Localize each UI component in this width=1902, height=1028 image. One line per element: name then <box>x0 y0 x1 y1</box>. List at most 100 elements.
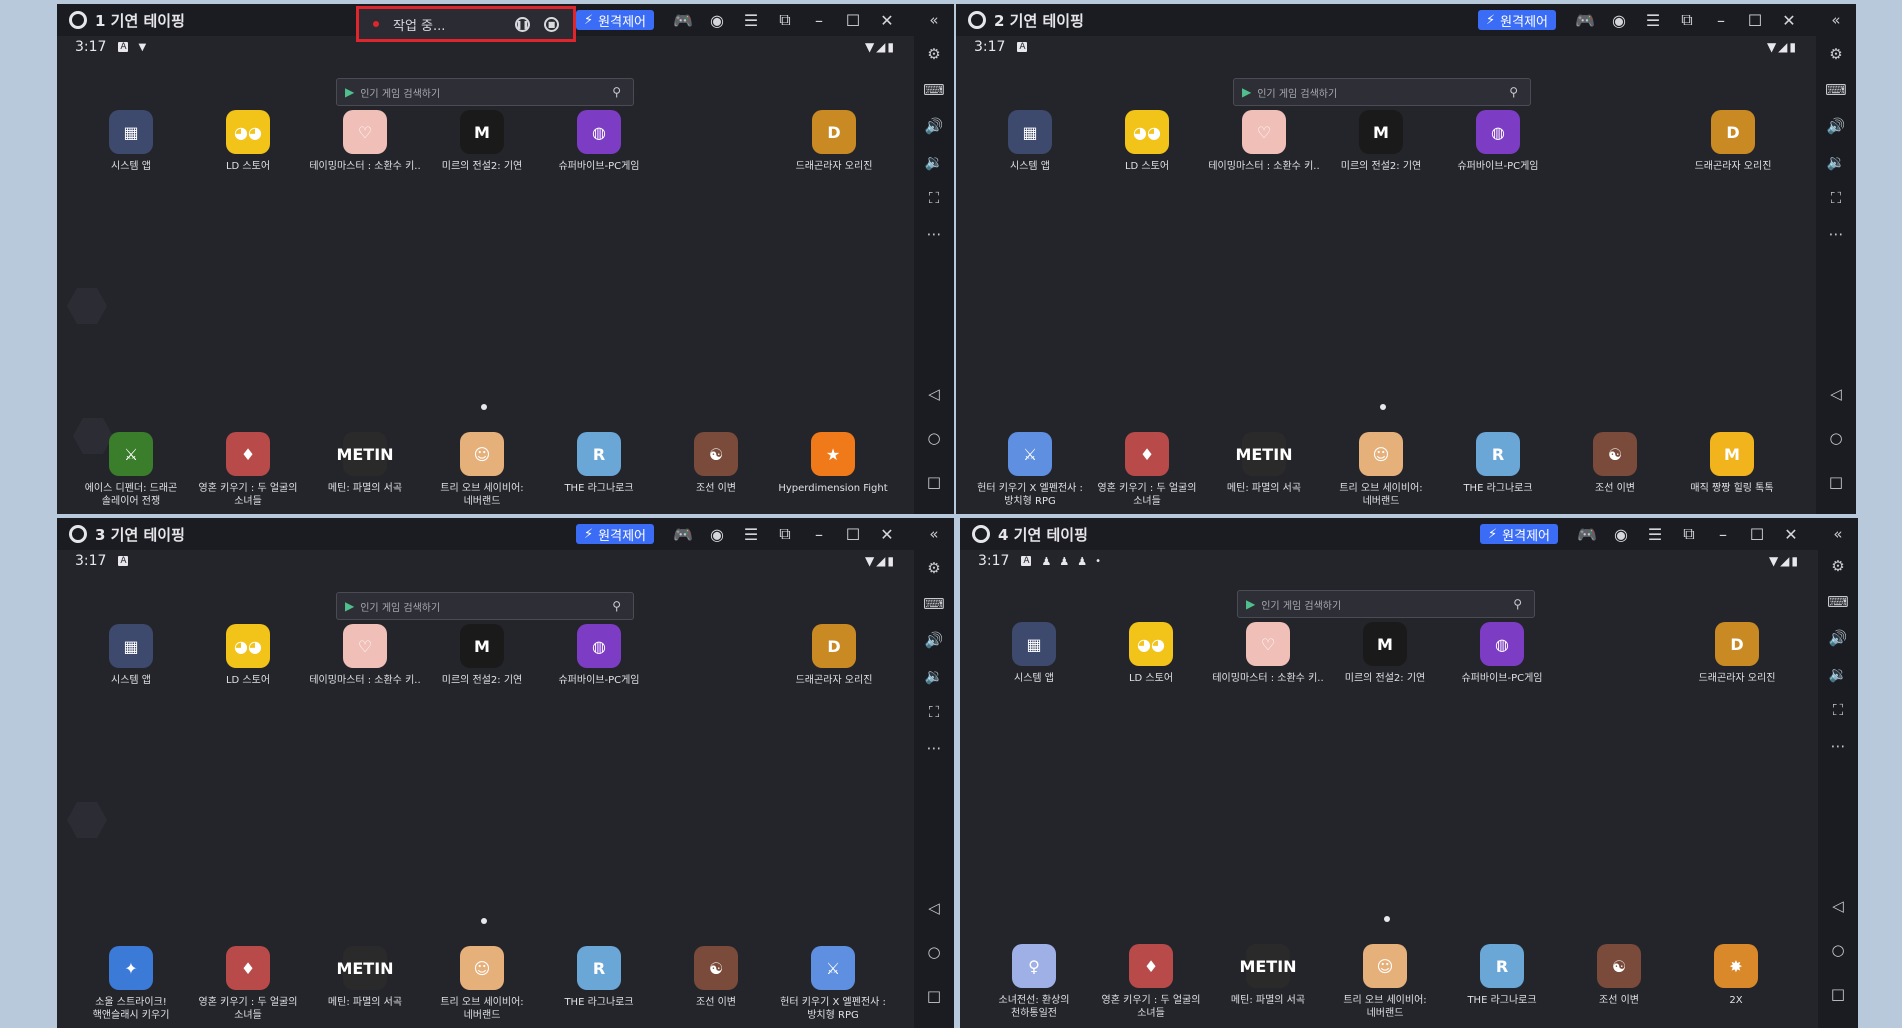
screenshot-icon[interactable]: ⛶ <box>914 184 954 212</box>
search-bar[interactable]: ▶ 인기 게임 검색하기 ⚲ <box>336 592 634 620</box>
search-bar[interactable]: ▶ 인기 게임 검색하기 ⚲ <box>336 78 634 106</box>
app-taming-master[interactable]: ♡ 테이밍마스터 : 소환수 키.. <box>307 624 423 687</box>
app-system[interactable]: ▦ 시스템 앱 <box>976 622 1092 685</box>
app-soul-keeper[interactable]: ♦ 영혼 키우기 : 두 얼굴의 소녀들 <box>190 946 306 1022</box>
search-bar[interactable]: ▶ 인기 게임 검색하기 ⚲ <box>1237 590 1535 618</box>
pause-icon[interactable]: ❚❚ <box>515 16 530 32</box>
keyboard-icon[interactable]: ⌨ <box>1816 76 1856 104</box>
account-icon[interactable]: ◉ <box>1602 4 1636 36</box>
app-mir2[interactable]: M 미르의 전설2: 기연 <box>424 110 540 173</box>
settings-icon[interactable]: ⚙ <box>914 554 954 582</box>
app-system[interactable]: ▦ 시스템 앱 <box>972 110 1088 173</box>
account-icon[interactable]: ◉ <box>700 4 734 36</box>
minimize-icon[interactable]: – <box>802 518 836 550</box>
menu-icon[interactable]: ☰ <box>1636 4 1670 36</box>
window-mode-icon[interactable]: ⧉ <box>1670 4 1704 36</box>
app-ld-store[interactable]: ◕◕ LD 스토어 <box>1089 110 1205 173</box>
app-taming-master[interactable]: ♡ 테이밍마스터 : 소환수 키.. <box>307 110 423 173</box>
volume-down-icon[interactable]: 🔉 <box>914 148 954 176</box>
app-ragnarok[interactable]: R THE 라그나로크 <box>1444 944 1560 1007</box>
app-ragnarok[interactable]: R THE 라그나로크 <box>541 946 657 1009</box>
app-supervive[interactable]: ◍ 슈퍼바이브-PC게임 <box>1440 110 1556 173</box>
recents-icon[interactable]: □ <box>1816 468 1856 496</box>
back-icon[interactable]: ◁ <box>914 894 954 922</box>
back-icon[interactable]: ◁ <box>1818 892 1858 920</box>
home-icon[interactable]: ○ <box>914 424 954 452</box>
app-supervive[interactable]: ◍ 슈퍼바이브-PC게임 <box>541 624 657 687</box>
volume-down-icon[interactable]: 🔉 <box>1816 148 1856 176</box>
app-metin[interactable]: METIN 메틴: 파멸의 서곡 <box>1206 432 1322 495</box>
collapse-icon[interactable]: « <box>914 6 954 34</box>
volume-up-icon[interactable]: 🔊 <box>914 112 954 140</box>
maximize-icon[interactable]: ☐ <box>836 518 870 550</box>
app-tree-of-savior[interactable]: ☺ 트리 오브 세이비어: 네버랜드 <box>1327 944 1443 1020</box>
back-icon[interactable]: ◁ <box>1816 380 1856 408</box>
gamepad-icon[interactable]: 🎮 <box>666 518 700 550</box>
collapse-icon[interactable]: « <box>1816 6 1856 34</box>
volume-up-icon[interactable]: 🔊 <box>914 626 954 654</box>
back-icon[interactable]: ◁ <box>914 380 954 408</box>
home-icon[interactable]: ○ <box>1818 936 1858 964</box>
app-system[interactable]: ▦ 시스템 앱 <box>73 624 189 687</box>
app-tree-of-savior[interactable]: ☺ 트리 오브 세이비어: 네버랜드 <box>1323 432 1439 508</box>
app-system[interactable]: ▦ 시스템 앱 <box>73 110 189 173</box>
maximize-icon[interactable]: ☐ <box>1738 4 1772 36</box>
app-hunter[interactable]: ⚔ 헌터 키우기 X 엘펜전사 : 방치형 RPG <box>972 432 1088 508</box>
home-icon[interactable]: ○ <box>914 938 954 966</box>
app-ragnarok[interactable]: R THE 라그나로크 <box>1440 432 1556 495</box>
more-icon[interactable]: ⋯ <box>914 734 954 762</box>
menu-icon[interactable]: ☰ <box>734 518 768 550</box>
app-last-slot[interactable]: ★ Hyperdimension Fight <box>775 432 891 495</box>
minimize-icon[interactable]: – <box>1704 4 1738 36</box>
app-joseon[interactable]: ☯ 조선 이변 <box>658 432 774 495</box>
app-dragon-raja[interactable]: D 드래곤라자 오리진 <box>1679 622 1795 685</box>
recents-icon[interactable]: □ <box>914 982 954 1010</box>
window-mode-icon[interactable]: ⧉ <box>768 4 802 36</box>
account-icon[interactable]: ◉ <box>1604 518 1638 550</box>
keyboard-icon[interactable]: ⌨ <box>914 76 954 104</box>
app-joseon[interactable]: ☯ 조선 이변 <box>658 946 774 1009</box>
app-mir2[interactable]: M 미르의 전설2: 기연 <box>1323 110 1439 173</box>
volume-up-icon[interactable]: 🔊 <box>1816 112 1856 140</box>
gamepad-icon[interactable]: 🎮 <box>666 4 700 36</box>
more-icon[interactable]: ⋯ <box>1818 732 1858 760</box>
search-bar[interactable]: ▶ 인기 게임 검색하기 ⚲ <box>1233 78 1531 106</box>
recents-icon[interactable]: □ <box>914 468 954 496</box>
app-tree-of-savior[interactable]: ☺ 트리 오브 세이비어: 네버랜드 <box>424 946 540 1022</box>
app-last-slot[interactable]: ✸ 2X <box>1678 944 1794 1007</box>
app-taming-master[interactable]: ♡ 테이밍마스터 : 소환수 키.. <box>1210 622 1326 685</box>
window-mode-icon[interactable]: ⧉ <box>1672 518 1706 550</box>
gamepad-icon[interactable]: 🎮 <box>1568 4 1602 36</box>
account-icon[interactable]: ◉ <box>700 518 734 550</box>
app-soul-strike[interactable]: ✦ 소울 스트라이크! 핵앤슬래시 키우기 <box>73 946 189 1022</box>
screenshot-icon[interactable]: ⛶ <box>1816 184 1856 212</box>
stop-icon[interactable]: ■ <box>544 16 559 32</box>
recents-icon[interactable]: □ <box>1818 980 1858 1008</box>
minimize-icon[interactable]: – <box>802 4 836 36</box>
app-metin[interactable]: METIN 메틴: 파멸의 서곡 <box>307 946 423 1009</box>
more-icon[interactable]: ⋯ <box>914 220 954 248</box>
volume-down-icon[interactable]: 🔉 <box>1818 660 1858 688</box>
app-soul-keeper[interactable]: ♦ 영혼 키우기 : 두 얼굴의 소녀들 <box>1093 944 1209 1020</box>
app-dragon-raja[interactable]: D 드래곤라자 오리진 <box>776 110 892 173</box>
settings-icon[interactable]: ⚙ <box>1818 552 1858 580</box>
keyboard-icon[interactable]: ⌨ <box>1818 588 1858 616</box>
volume-down-icon[interactable]: 🔉 <box>914 662 954 690</box>
app-joseon[interactable]: ☯ 조선 이변 <box>1561 944 1677 1007</box>
remote-control-button[interactable]: ⚡ 원격제어 <box>1480 524 1558 544</box>
remote-control-button[interactable]: ⚡ 원격제어 <box>576 524 654 544</box>
remote-control-button[interactable]: ⚡ 원격제어 <box>1478 10 1556 30</box>
app-mir2[interactable]: M 미르의 전설2: 기연 <box>1327 622 1443 685</box>
close-icon[interactable]: ✕ <box>1774 518 1808 550</box>
close-icon[interactable]: ✕ <box>870 4 904 36</box>
app-last-slot[interactable]: M 매직 짱짱 힐링 톡톡 <box>1674 432 1790 495</box>
app-ld-store[interactable]: ◕◕ LD 스토어 <box>1093 622 1209 685</box>
settings-icon[interactable]: ⚙ <box>1816 40 1856 68</box>
maximize-icon[interactable]: ☐ <box>1740 518 1774 550</box>
window-mode-icon[interactable]: ⧉ <box>768 518 802 550</box>
app-ace-defender[interactable]: ⚔ 에이스 디펜더: 드래곤 솔레이어 전쟁 <box>73 432 189 508</box>
settings-icon[interactable]: ⚙ <box>914 40 954 68</box>
app-taming-master[interactable]: ♡ 테이밍마스터 : 소환수 키.. <box>1206 110 1322 173</box>
screenshot-icon[interactable]: ⛶ <box>1818 696 1858 724</box>
menu-icon[interactable]: ☰ <box>734 4 768 36</box>
